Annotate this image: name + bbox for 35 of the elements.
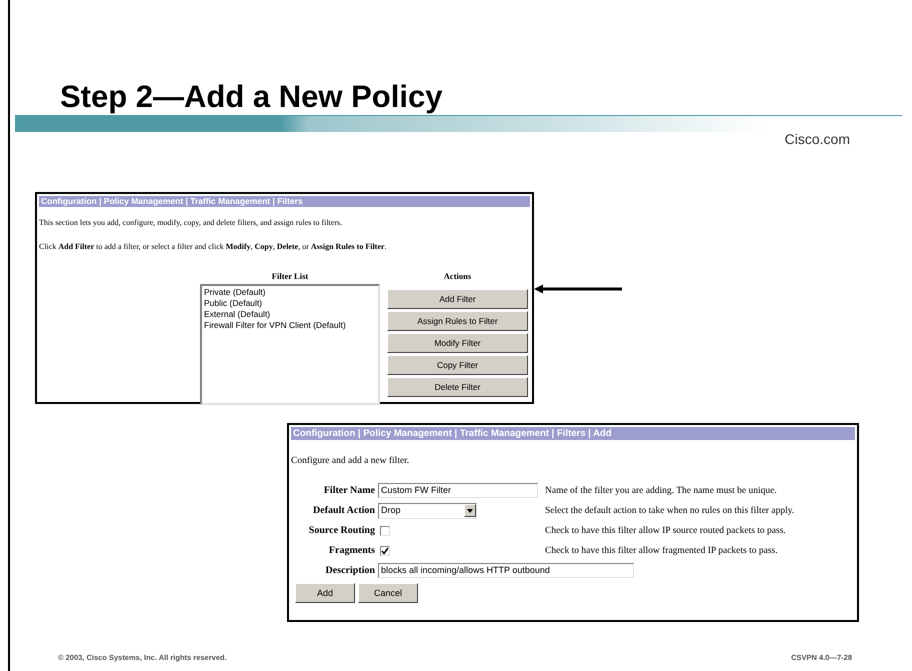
action-dropdown[interactable]: Drop: [378, 502, 477, 519]
action-button[interactable]: Assign Rules to Filter: [387, 311, 528, 331]
form-button[interactable]: Add: [295, 583, 355, 604]
brand-text: Cisco.com: [784, 132, 850, 146]
help-text: Select the default action to take when no rules on this filter apply.: [545, 504, 794, 518]
filter-list-item[interactable]: External (Default): [204, 309, 270, 320]
help-text: Name of the filter you are adding. The name must be unique.: [545, 484, 777, 498]
action-button[interactable]: Delete Filter: [387, 377, 528, 397]
breadcrumb-bar: Configuration | Policy Management | Traffic Management | Filters | Add: [291, 427, 855, 440]
column-heading: Filter List: [272, 271, 308, 281]
filter-listbox[interactable]: Private (Default) Public (Default) External (Default) Firewall Filter for VPN Client (Default): [200, 284, 380, 405]
field-label: Filter Name: [322, 484, 376, 498]
name-field[interactable]: Custom FW Filter: [378, 483, 538, 498]
field-label: Default Action: [312, 504, 376, 518]
help-text: Check to have this filter allow fragmented IP packets to pass.: [545, 544, 778, 558]
checkbox[interactable]: [380, 526, 390, 536]
intro-text: This section lets you add, configure, modify, copy, and delete filters, and assign rules to filters.: [39, 217, 344, 229]
column-heading: Actions: [444, 271, 472, 281]
field-label: Source Routing: [308, 524, 376, 538]
slide-title: Step 2—Add a New Policy: [60, 80, 442, 114]
help-text: Check to have this filter allow IP source routed packets to pass.: [545, 524, 786, 538]
filter-list-item[interactable]: Public (Default): [204, 298, 262, 309]
checkbox[interactable]: [380, 546, 390, 556]
form-button[interactable]: Cancel: [358, 583, 418, 604]
action-button[interactable]: Add Filter: [387, 289, 528, 309]
intro-text: Configure and add a new filter.: [291, 455, 410, 468]
field-label: Fragments: [328, 544, 376, 558]
filter-list-item[interactable]: Firewall Filter for VPN Client (Default): [204, 320, 346, 331]
action-button[interactable]: Modify Filter: [387, 333, 528, 353]
field-label: Description: [324, 564, 376, 578]
breadcrumb-bar: Configuration | Policy Management | Traffic Management | Filters: [39, 196, 530, 207]
filter-list-item[interactable]: Private (Default): [204, 287, 266, 298]
instruction-text: Click Add Filter to add a filter, or select a filter and click Modify, Copy, Delete, or Assign Rules to Filter.: [39, 241, 388, 253]
description-field[interactable]: blocks all incoming/allows HTTP outbound: [378, 563, 634, 578]
action-button[interactable]: Copy Filter: [387, 355, 528, 375]
